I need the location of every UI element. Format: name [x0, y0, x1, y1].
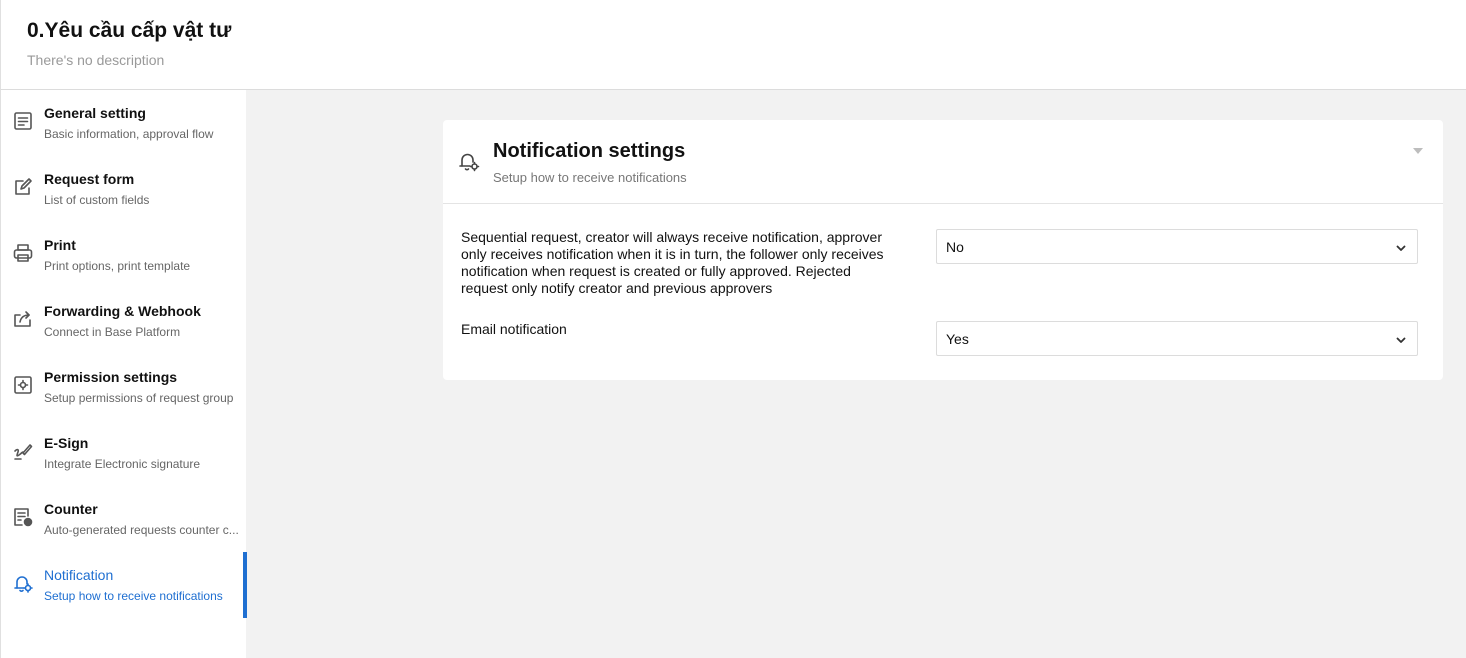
- sidebar-item-permission-settings[interactable]: Permission settings Setup permissions of…: [1, 354, 247, 420]
- sidebar-item-forwarding-webhook[interactable]: Forwarding & Webhook Connect in Base Pla…: [1, 288, 247, 354]
- sidebar-item-label: Print: [44, 237, 76, 253]
- sidebar-item-counter[interactable]: Counter Auto-generated requests counter …: [1, 486, 247, 552]
- select-value: Yes: [946, 331, 969, 347]
- sidebar-item-label: Request form: [44, 171, 135, 187]
- permission-gear-icon: [12, 374, 34, 396]
- page-description: There's no description: [27, 52, 165, 68]
- sidebar-item-description: Auto-generated requests counter c...: [44, 523, 239, 537]
- edit-form-icon: [12, 176, 34, 198]
- card-subtitle: Setup how to receive notifications: [493, 170, 687, 185]
- sidebar-item-notification[interactable]: Notification Setup how to receive notifi…: [1, 552, 247, 618]
- sidebar-item-description: List of custom fields: [44, 193, 150, 207]
- sidebar-item-label: Forwarding & Webhook: [44, 303, 201, 319]
- counter-list-icon: [12, 506, 34, 528]
- sequential-request-label: Sequential request, creator will always …: [461, 229, 884, 296]
- sidebar-item-label: Counter: [44, 501, 98, 517]
- sidebar-item-label: General setting: [44, 105, 146, 121]
- collapse-caret-icon[interactable]: [1413, 142, 1423, 154]
- active-indicator: [243, 552, 247, 618]
- sidebar-item-description: Setup permissions of request group: [44, 391, 234, 405]
- signature-pen-icon: [12, 440, 34, 462]
- printer-icon: [12, 242, 34, 264]
- chevron-down-icon: [1395, 333, 1407, 345]
- page-header: 0.Yêu cầu cấp vật tư There's no descript…: [0, 0, 1466, 90]
- sidebar-item-description: Connect in Base Platform: [44, 325, 181, 339]
- notification-settings-card: Notification settings Setup how to recei…: [443, 120, 1443, 380]
- sidebar-item-request-form[interactable]: Request form List of custom fields: [1, 156, 247, 222]
- bell-gear-icon: [457, 149, 481, 173]
- email-notification-label: Email notification: [461, 321, 567, 337]
- share-forward-icon: [12, 308, 34, 330]
- sidebar-item-label: Notification: [44, 567, 114, 583]
- bell-gear-icon: [12, 572, 34, 594]
- sidebar-item-description: Basic information, approval flow: [44, 127, 214, 141]
- page-title: 0.Yêu cầu cấp vật tư: [27, 19, 232, 42]
- sidebar-item-description: Integrate Electronic signature: [44, 457, 201, 471]
- sidebar-item-label: Permission settings: [44, 369, 178, 385]
- card-header: Notification settings Setup how to recei…: [443, 120, 1443, 204]
- document-list-icon: [12, 110, 34, 132]
- sidebar-item-e-sign[interactable]: E-Sign Integrate Electronic signature: [1, 420, 247, 486]
- sequential-request-select[interactable]: No: [936, 229, 1418, 264]
- sidebar-item-description: Setup how to receive notifications: [44, 589, 223, 603]
- email-notification-select[interactable]: Yes: [936, 321, 1418, 356]
- sidebar-item-description: Print options, print template: [44, 259, 191, 273]
- settings-sidebar: General setting Basic information, appro…: [0, 90, 247, 658]
- chevron-down-icon: [1395, 241, 1407, 253]
- sidebar-item-label: E-Sign: [44, 435, 89, 451]
- sidebar-item-print[interactable]: Print Print options, print template: [1, 222, 247, 288]
- select-value: No: [946, 239, 964, 255]
- card-title: Notification settings: [493, 140, 686, 162]
- sidebar-item-general-setting[interactable]: General setting Basic information, appro…: [1, 90, 247, 156]
